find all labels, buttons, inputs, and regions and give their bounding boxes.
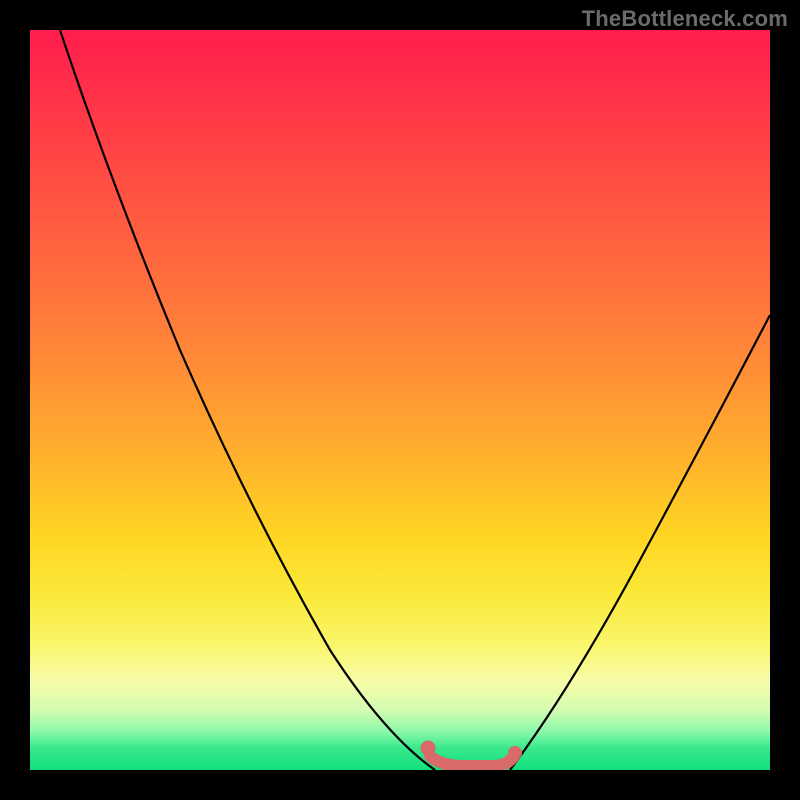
right-marker [508, 746, 522, 760]
watermark-text: TheBottleneck.com [582, 6, 788, 32]
curve-layer [30, 30, 770, 770]
plot-area [30, 30, 770, 770]
flat-bottom-segment [430, 756, 514, 766]
right-curve [510, 315, 770, 770]
left-marker [421, 741, 436, 756]
left-curve [60, 30, 435, 770]
